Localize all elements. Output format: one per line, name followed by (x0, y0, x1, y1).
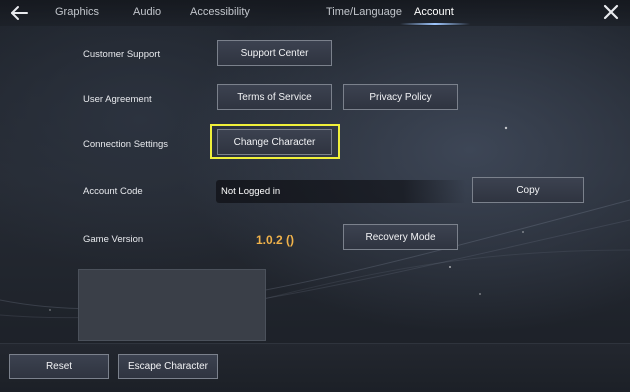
tab-accessibility[interactable]: Accessibility (190, 6, 250, 18)
game-version-label: Game Version (83, 234, 144, 245)
escape-character-button[interactable]: Escape Character (118, 354, 218, 379)
customer-support-label: Customer Support (83, 49, 161, 60)
tab-audio[interactable]: Audio (133, 6, 161, 18)
copy-button[interactable]: Copy (472, 177, 584, 203)
game-version-value: 1.0.2 () (256, 233, 295, 247)
info-panel-box (78, 269, 266, 341)
change-character-button[interactable]: Change Character (217, 129, 332, 155)
privacy-policy-button[interactable]: Privacy Policy (343, 84, 458, 110)
recovery-mode-button[interactable]: Recovery Mode (343, 224, 458, 250)
bottom-bar: Reset Escape Character (0, 343, 630, 392)
tab-time-language[interactable]: Time/Language (326, 6, 402, 18)
connection-settings-label: Connection Settings (83, 139, 169, 150)
user-agreement-label: User Agreement (83, 94, 152, 105)
account-code-field: Not Logged in (216, 180, 466, 203)
tab-account[interactable]: Account (414, 6, 454, 18)
close-icon (603, 4, 619, 20)
active-tab-indicator (400, 23, 470, 25)
close-button[interactable] (602, 3, 620, 21)
tab-graphics[interactable]: Graphics (55, 6, 99, 18)
back-arrow-icon (11, 6, 28, 20)
terms-of-service-button[interactable]: Terms of Service (217, 84, 332, 110)
back-button[interactable] (8, 3, 30, 23)
top-nav-bar: Graphics Audio Accessibility Time/Langua… (0, 0, 630, 26)
reset-button[interactable]: Reset (9, 354, 109, 379)
support-center-button[interactable]: Support Center (217, 40, 332, 66)
account-code-label: Account Code (83, 186, 143, 197)
